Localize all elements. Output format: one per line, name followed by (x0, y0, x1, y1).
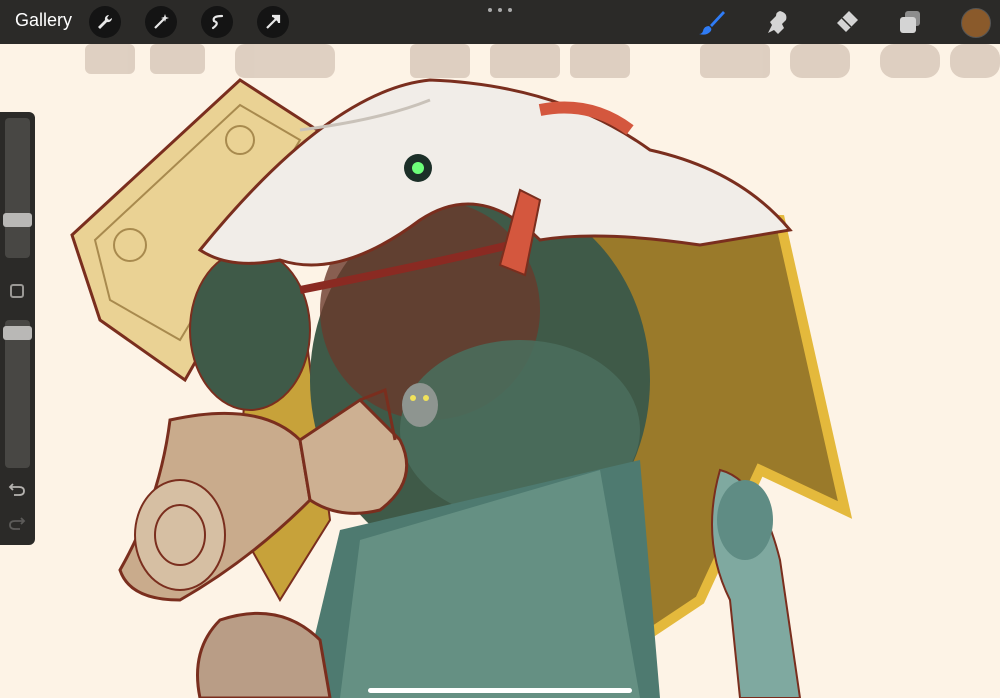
opacity-slider[interactable] (5, 320, 30, 468)
brush-size-handle[interactable] (3, 213, 32, 227)
brush-size-slider[interactable] (5, 118, 30, 258)
redo-icon[interactable] (8, 514, 26, 537)
background-lettering (85, 44, 1000, 78)
brush-icon[interactable] (696, 6, 728, 38)
smudge-icon[interactable] (762, 6, 794, 38)
selection-icon[interactable] (201, 6, 233, 38)
top-toolbar: Gallery (0, 0, 1000, 44)
square-modify-icon[interactable] (10, 284, 24, 298)
gallery-button[interactable]: Gallery (15, 10, 72, 31)
home-indicator[interactable] (368, 688, 632, 693)
more-options-handle[interactable] (488, 2, 512, 18)
artwork-illustration (70, 44, 1000, 698)
opacity-handle[interactable] (3, 326, 32, 340)
drawing-canvas[interactable] (0, 0, 1000, 698)
magic-wand-icon[interactable] (145, 6, 177, 38)
current-color-swatch[interactable] (961, 8, 991, 38)
eraser-icon[interactable] (830, 6, 862, 38)
wrench-icon[interactable] (89, 6, 121, 38)
transform-arrow-icon[interactable] (257, 6, 289, 38)
left-sidebar (0, 112, 35, 545)
undo-icon[interactable] (8, 480, 26, 503)
layers-icon[interactable] (894, 6, 926, 38)
